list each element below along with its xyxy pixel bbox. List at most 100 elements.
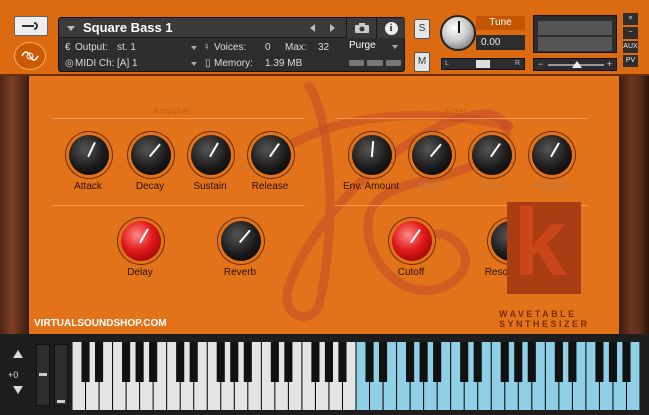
black-key[interactable] (122, 342, 131, 382)
midi-icon: ◎ (65, 58, 74, 69)
black-key[interactable] (433, 342, 442, 382)
instrument-name[interactable]: Square Bass 1 (83, 20, 173, 35)
amp-attack-knob[interactable]: Attack (58, 135, 116, 201)
pan-slider-thumb[interactable] (476, 60, 490, 68)
knob-dial[interactable] (69, 135, 109, 175)
collapse-arrow-icon[interactable] (67, 26, 75, 31)
minimize-button[interactable]: − (623, 27, 638, 39)
black-key[interactable] (622, 342, 631, 382)
cutoff-knob[interactable]: Cutoff (381, 221, 439, 287)
wrench-icon (22, 22, 38, 30)
black-key[interactable] (378, 342, 388, 382)
knob-dial[interactable] (191, 135, 231, 175)
black-key[interactable] (243, 342, 252, 382)
black-key[interactable] (189, 342, 198, 382)
purge-menu[interactable]: Purge (349, 40, 376, 51)
pan-right-label: R (514, 60, 520, 67)
black-key[interactable] (230, 342, 239, 382)
amp-release-knob[interactable]: Release (240, 135, 298, 201)
black-key[interactable] (216, 342, 225, 382)
amplifier-title: Amplifier (153, 106, 191, 116)
pan-slider[interactable]: L R (441, 58, 525, 70)
lower-left-divider (53, 205, 305, 206)
wrench-button[interactable] (14, 16, 48, 36)
tune-knob[interactable] (440, 15, 476, 51)
camera-icon (354, 23, 369, 33)
aux-button[interactable]: AUX (623, 41, 638, 53)
black-key[interactable] (595, 342, 604, 382)
website-link[interactable]: VIRTUALSOUNDSHOP.COM (34, 318, 167, 329)
black-key[interactable] (460, 342, 469, 382)
black-key[interactable] (365, 342, 374, 382)
black-key[interactable] (406, 342, 415, 382)
instrument-title-bar: Square Bass 1 (59, 18, 346, 38)
side-buttons: × − AUX PV (623, 13, 638, 69)
black-key[interactable] (514, 342, 523, 382)
solo-button[interactable]: S (414, 19, 430, 39)
knob-dial[interactable] (251, 135, 291, 175)
black-key[interactable] (500, 342, 509, 382)
delay-knob[interactable]: Delay (110, 221, 168, 287)
black-key[interactable] (527, 342, 536, 382)
volume-plus-label: + (606, 59, 612, 69)
pv-button[interactable]: PV (623, 55, 638, 67)
volume-thumb[interactable] (572, 61, 582, 68)
mod-wheel[interactable] (54, 344, 68, 406)
mute-button[interactable]: M (414, 52, 430, 72)
filter-divider (335, 118, 587, 119)
knob-dial[interactable] (532, 135, 572, 175)
black-key[interactable] (311, 342, 320, 382)
octave-down-icon[interactable] (13, 386, 23, 394)
reverb-knob[interactable]: Reverb (210, 221, 268, 287)
knob-dial[interactable] (131, 135, 171, 175)
knob-label: Cutoff (397, 267, 425, 278)
octave-up-icon[interactable] (13, 350, 23, 358)
black-key[interactable] (135, 342, 144, 382)
keyboard-area: +0 (0, 334, 649, 415)
output-select[interactable]: st. 1 (117, 42, 136, 53)
knob-dial[interactable] (352, 135, 392, 175)
wood-side-left (0, 76, 29, 334)
close-button[interactable]: × (623, 13, 638, 25)
octave-control[interactable]: +0 (8, 342, 28, 406)
knob-dial[interactable] (412, 135, 452, 175)
black-key[interactable] (568, 342, 577, 382)
black-key[interactable] (324, 342, 334, 382)
black-key[interactable] (270, 342, 279, 382)
output-icon: € (65, 42, 71, 53)
black-key[interactable] (81, 342, 90, 382)
voices-label: Voices: (214, 42, 247, 53)
black-key[interactable] (176, 342, 185, 382)
black-key[interactable] (338, 342, 347, 382)
knob-dial[interactable] (472, 135, 512, 175)
knob-dial[interactable] (221, 221, 261, 261)
black-key[interactable] (94, 342, 104, 382)
filter-title: Filter (445, 106, 467, 116)
amplifier-divider (53, 118, 305, 119)
memory-icon: ▯ (205, 58, 211, 69)
purge-dropdown-icon[interactable] (392, 45, 398, 49)
black-key[interactable] (608, 342, 618, 382)
info-button[interactable]: i (376, 18, 405, 38)
next-instrument-icon[interactable] (330, 24, 335, 32)
pitch-bend-wheel[interactable] (36, 344, 50, 406)
black-key[interactable] (149, 342, 158, 382)
tune-value[interactable]: 0.00 (476, 35, 525, 50)
black-key[interactable] (554, 342, 563, 382)
output-dropdown-icon[interactable] (191, 46, 197, 50)
max-voices-field[interactable]: 32 (318, 42, 329, 53)
level-meter-left (538, 21, 612, 35)
volume-slider[interactable]: − + (533, 58, 617, 71)
knob-dial[interactable] (392, 221, 432, 261)
black-key[interactable] (473, 342, 482, 382)
voices-value: 0 (265, 42, 271, 53)
black-key[interactable] (419, 342, 428, 382)
snapshot-button[interactable] (346, 18, 376, 38)
midi-channel-select[interactable]: [A] 1 (117, 58, 138, 69)
piano-keyboard[interactable] (72, 342, 640, 410)
midi-dropdown-icon[interactable] (191, 62, 197, 66)
black-key[interactable] (284, 342, 293, 382)
prev-instrument-icon[interactable] (310, 24, 315, 32)
knob-dial[interactable] (121, 221, 161, 261)
info-icon: i (384, 21, 398, 35)
